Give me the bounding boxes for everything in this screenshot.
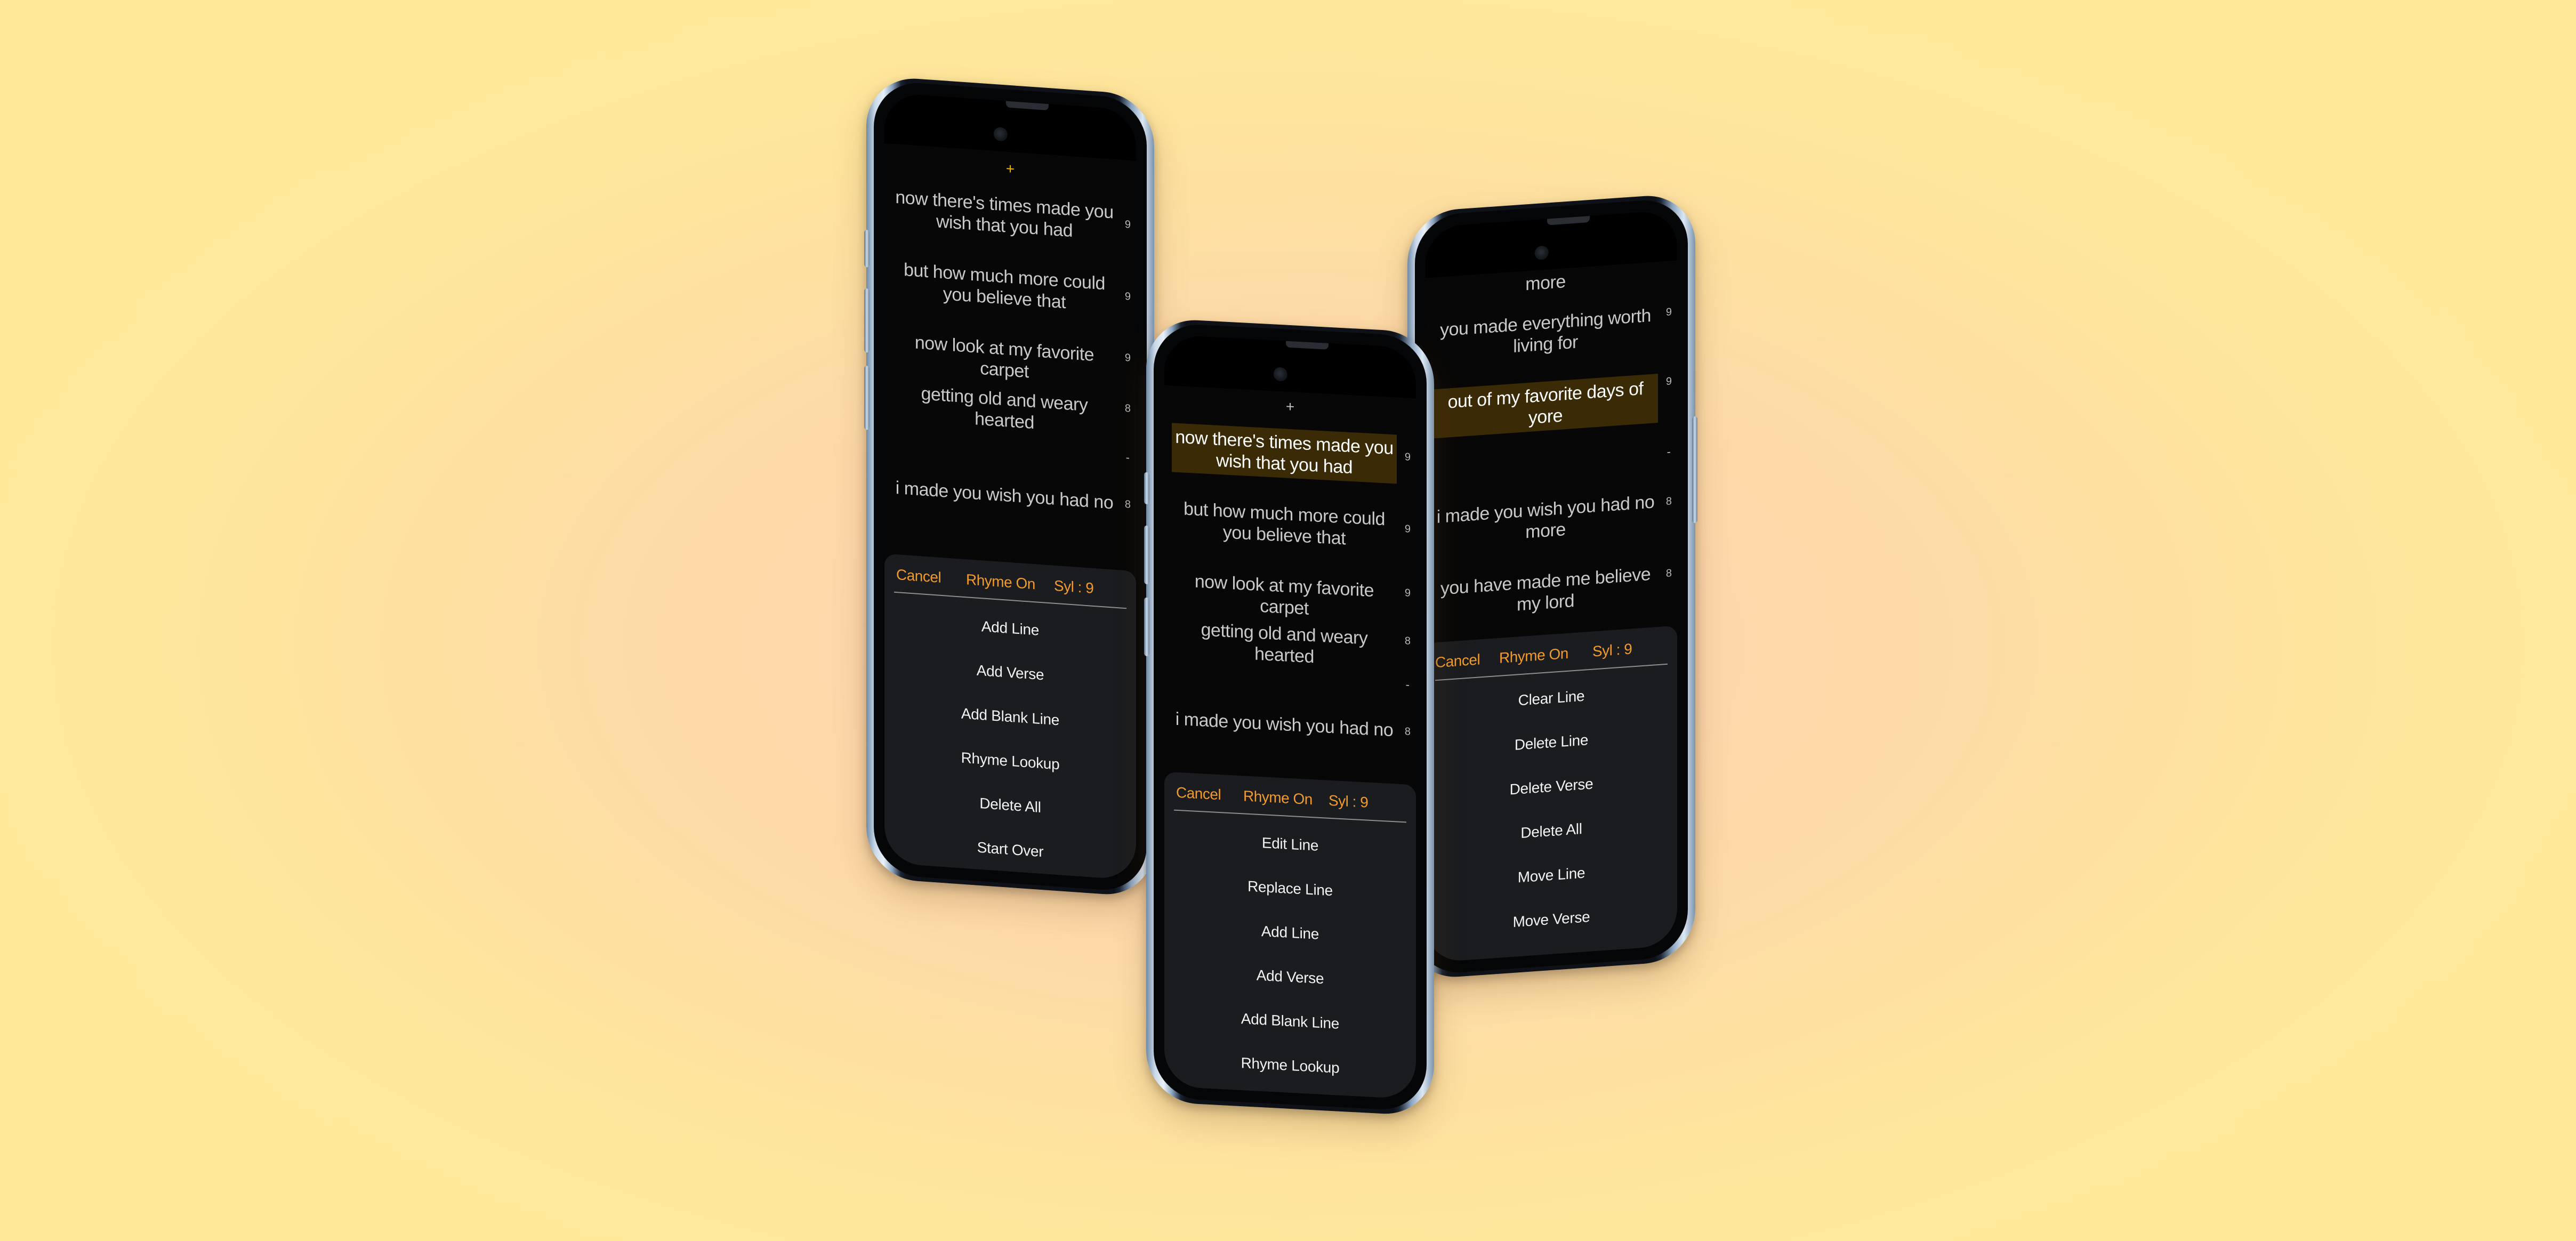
lyric-line[interactable]: i made you wish you had no	[892, 477, 1117, 514]
screen: more you made everything worth living fo…	[1426, 209, 1677, 963]
blank-line-marker[interactable]: -	[1406, 678, 1410, 691]
screen: + now there's times made you wish that y…	[1164, 334, 1416, 1100]
cancel-button[interactable]: Cancel	[1435, 651, 1480, 671]
lyric-text: getting old and weary hearted	[921, 383, 1088, 433]
syllable-count: 8	[1124, 498, 1131, 511]
syllable-count: 9	[1665, 375, 1672, 388]
lyric-line[interactable]: now look at my favorite carpet	[892, 330, 1117, 389]
lyric-line[interactable]: you have made me believe my lord	[1433, 563, 1658, 622]
syllable-count: 8	[1404, 726, 1411, 738]
rhyme-toggle[interactable]: Rhyme On	[966, 571, 1035, 593]
syllable-count: 9	[1124, 219, 1131, 231]
lyrics-area: + now there's times made you wish that y…	[884, 143, 1136, 881]
volume-down-button[interactable]	[864, 365, 870, 430]
syllable-indicator: Syl : 9	[1329, 792, 1368, 811]
lyric-text: but how much more could you believe that	[1184, 498, 1385, 549]
lyric-text: now look at my favorite carpet	[914, 332, 1094, 382]
lyric-line-selected[interactable]: now there's times made you wish that you…	[1172, 423, 1397, 484]
lyric-text: getting old and weary hearted	[1201, 619, 1368, 667]
lyric-text: but how much more could you believe that	[904, 260, 1105, 313]
cancel-button[interactable]: Cancel	[896, 566, 941, 586]
side-button[interactable]	[1144, 472, 1149, 505]
syllable-count: 9	[1124, 352, 1131, 364]
syllable-count: 8	[1404, 635, 1411, 647]
rhyme-toggle[interactable]: Rhyme On	[1499, 645, 1568, 667]
lyrics-area: more you made everything worth living fo…	[1426, 260, 1677, 963]
phone-right: more you made everything worth living fo…	[1407, 192, 1697, 980]
screen: + now there's times made you wish that y…	[884, 92, 1136, 881]
syllable-indicator: Syl : 9	[1592, 640, 1632, 660]
phone-center: + now there's times made you wish that y…	[1144, 317, 1434, 1117]
lyric-line-selected[interactable]: out of my favorite days of yore	[1433, 374, 1658, 439]
syllable-count: 9	[1404, 451, 1411, 463]
lyric-line[interactable]: getting old and weary hearted	[1172, 617, 1397, 672]
add-icon[interactable]: +	[1286, 398, 1294, 415]
action-sheet: Cancel Rhyme On Syl : 9 Add Line Add Ver…	[884, 553, 1136, 881]
rhyme-toggle[interactable]: Rhyme On	[1243, 787, 1313, 808]
lyric-text: now there's times made you wish that you…	[1175, 426, 1394, 478]
syllable-count: 9	[1665, 306, 1672, 318]
lyric-line[interactable]: i made you wish you had no more	[1433, 491, 1658, 550]
side-button[interactable]	[1692, 416, 1697, 523]
lyric-text: i made you wish you had no more	[1436, 491, 1655, 543]
syllable-count: 8	[1665, 495, 1672, 507]
lyric-text: more	[1525, 271, 1566, 295]
lyric-line[interactable]: you made everything worth living for	[1433, 304, 1658, 363]
syllable-count: 9	[1404, 587, 1411, 599]
syllable-count: 8	[1665, 567, 1672, 579]
volume-up-button[interactable]	[864, 288, 870, 353]
lyric-text: you made everything worth living for	[1440, 305, 1651, 357]
lyric-line[interactable]: now look at my favorite carpet	[1172, 569, 1397, 624]
phone-left: + now there's times made you wish that y…	[864, 75, 1154, 898]
add-icon[interactable]: +	[1006, 160, 1015, 177]
lyric-text: i made you wish you had no	[1175, 708, 1394, 741]
action-sheet: Cancel Rhyme On Syl : 9 Clear Line Delet…	[1426, 625, 1677, 963]
lyric-line[interactable]: getting old and weary hearted	[892, 381, 1117, 439]
lyrics-area: + now there's times made you wish that y…	[1164, 385, 1416, 1100]
syllable-count: 8	[1124, 402, 1131, 415]
blank-line-marker[interactable]: -	[1667, 445, 1671, 459]
lyric-line[interactable]: now there's times made you wish that you…	[892, 186, 1117, 245]
lyric-line[interactable]: but how much more could you believe that	[892, 258, 1117, 317]
lyric-text: you have made me believe my lord	[1440, 563, 1651, 615]
volume-down-button[interactable]	[1144, 597, 1149, 657]
syllable-indicator: Syl : 9	[1054, 577, 1094, 597]
camera-icon	[1273, 367, 1287, 382]
lyric-text: now look at my favorite carpet	[1194, 571, 1374, 619]
lyric-text: i made you wish you had no	[895, 477, 1114, 513]
blank-line-marker[interactable]: -	[1126, 450, 1130, 465]
lyric-text: out of my favorite days of yore	[1447, 378, 1644, 429]
syllable-count: 9	[1124, 291, 1131, 303]
volume-up-button[interactable]	[1144, 525, 1149, 585]
lyric-line[interactable]: but how much more could you believe that	[1172, 497, 1397, 552]
lyric-text: now there's times made you wish that you…	[895, 187, 1114, 241]
syllable-count: 9	[1404, 523, 1411, 535]
lyric-line[interactable]: i made you wish you had no	[1172, 708, 1397, 741]
side-button[interactable]	[864, 229, 870, 268]
action-sheet: Cancel Rhyme On Syl : 9 Edit Line Replac…	[1164, 771, 1416, 1100]
cancel-button[interactable]: Cancel	[1176, 784, 1221, 803]
